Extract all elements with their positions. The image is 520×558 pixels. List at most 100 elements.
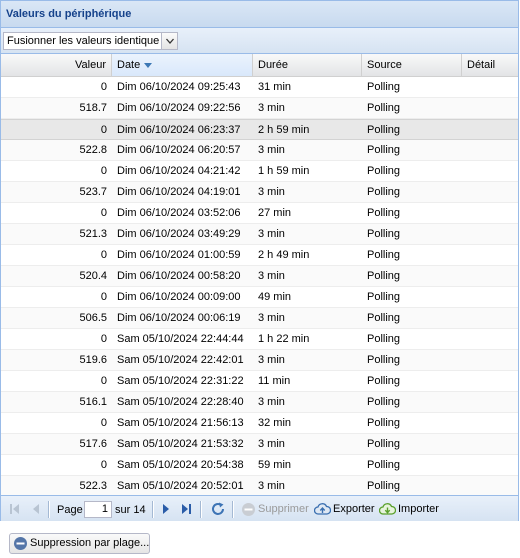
cell-duration: 3 min [258,228,285,240]
cell-detail [462,350,518,370]
cell-date: Dim 06/10/2024 01:00:59 [117,249,241,261]
prev-page-icon[interactable] [31,501,41,517]
cell-value: 0 [100,249,107,261]
column-header-detail-label: Détail [467,59,496,71]
column-header-detail[interactable]: Détail [462,54,520,76]
cell-value: 0 [100,375,107,387]
table-row[interactable]: 519.6 Sam 05/10/2024 22:42:01 3 min Polling [1,350,518,371]
column-header-source[interactable]: Source [362,54,462,76]
cell-value: 519.6 [79,354,107,366]
table-row[interactable]: 520.4 Dim 06/10/2024 00:58:20 3 min Polling [1,266,518,287]
table-row[interactable]: 516.1 Sam 05/10/2024 22:28:40 3 min Polling [1,392,518,413]
cell-duration: 3 min [258,480,285,492]
panel-header: Valeurs du périphérique [1,1,518,28]
cell-date: Dim 06/10/2024 04:21:42 [117,165,241,177]
cell-duration: 31 min [258,81,292,93]
cell-value: 520.4 [79,270,107,282]
cell-value: 0 [100,417,107,429]
range-delete-button[interactable]: Suppression par plage... [9,533,150,554]
cell-value: 522.3 [79,480,107,492]
cell-value: 0 [100,207,107,219]
export-button[interactable]: Exporter [313,501,375,518]
cell-duration: 2 h 49 min [258,249,310,261]
cell-date: Sam 05/10/2024 22:31:22 [117,375,244,387]
import-cloud-icon [378,502,397,515]
cell-source: Polling [367,396,401,408]
table-row[interactable]: 523.7 Dim 06/10/2024 04:19:01 3 min Polling [1,182,518,203]
table-row[interactable]: 506.5 Dim 06/10/2024 00:06:19 3 min Polling [1,308,518,329]
column-header-value[interactable]: Valeur [1,54,112,76]
cell-date: Sam 05/10/2024 21:56:13 [117,417,244,429]
panel-title: Valeurs du périphérique [6,8,132,20]
table-row[interactable]: 0 Dim 06/10/2024 01:00:59 2 h 49 min Pollin… [1,245,518,266]
table-row[interactable]: 0 Sam 05/10/2024 22:44:44 1 h 22 min Pollin… [1,329,518,350]
separator [48,501,50,518]
table-row[interactable]: 0 Sam 05/10/2024 20:54:38 59 min Polling [1,455,518,476]
table-row[interactable]: 518.7 Dim 06/10/2024 09:22:56 3 min Polling [1,98,518,119]
table-row[interactable]: 0 Dim 06/10/2024 00:09:00 49 min Polling [1,287,518,308]
cell-detail [462,98,518,118]
cell-detail [462,413,518,433]
table-row[interactable]: 0 Dim 06/10/2024 09:25:43 31 min Polling [1,77,518,98]
first-page-icon[interactable] [9,501,21,517]
page-count-label: sur 14 [115,504,146,516]
cell-duration: 3 min [258,144,285,156]
refresh-icon[interactable] [210,501,226,517]
cell-date: Dim 06/10/2024 03:49:29 [117,228,241,240]
export-cloud-icon [313,502,332,515]
delete-button-label: Supprimer [258,503,309,515]
cell-duration: 1 h 59 min [258,165,310,177]
paging-toolbar: Page 1 sur 14 Supprimer Exporter Importe… [1,495,518,521]
import-button[interactable]: Importer [378,501,439,518]
page-label: Page [57,504,83,516]
cell-date: Sam 05/10/2024 20:54:38 [117,459,244,471]
cell-date: Dim 06/10/2024 00:09:00 [117,291,241,303]
cell-value: 518.7 [79,102,107,114]
cell-source: Polling [367,186,401,198]
grid-toolbar: Fusionner les valeurs identiques [1,28,518,54]
cell-source: Polling [367,312,401,324]
chevron-down-icon[interactable] [161,33,177,49]
cell-detail [462,434,518,454]
column-header-value-label: Valeur [75,59,106,71]
cell-date: Sam 05/10/2024 20:52:01 [117,480,244,492]
merge-values-combo[interactable]: Fusionner les valeurs identiques [3,32,178,50]
cell-date: Dim 06/10/2024 06:23:37 [117,124,241,136]
range-delete-button-label: Suppression par plage... [30,537,150,549]
cell-source: Polling [367,144,401,156]
delete-button[interactable]: Supprimer [241,501,309,518]
grid-body: 0 Dim 06/10/2024 09:25:43 31 min Polling 518… [1,77,518,495]
column-header-date[interactable]: Date [112,54,253,76]
cell-duration: 3 min [258,396,285,408]
cell-value: 0 [100,165,107,177]
cell-source: Polling [367,207,401,219]
table-row[interactable]: 0 Sam 05/10/2024 21:56:13 32 min Polling [1,413,518,434]
cell-detail [462,203,518,223]
table-row[interactable]: 521.3 Dim 06/10/2024 03:49:29 3 min Polling [1,224,518,245]
column-header-duration[interactable]: Durée [253,54,362,76]
cell-source: Polling [367,228,401,240]
table-row[interactable]: 522.3 Sam 05/10/2024 20:52:01 3 min Polling [1,476,518,495]
cell-duration: 49 min [258,291,292,303]
cell-detail [462,392,518,412]
table-row[interactable]: 0 Dim 06/10/2024 06:23:37 2 h 59 min Pollin… [1,119,518,140]
cell-duration: 3 min [258,102,285,114]
cell-source: Polling [367,417,401,429]
page-number-input[interactable]: 1 [84,501,112,518]
table-row[interactable]: 0 Dim 06/10/2024 04:21:42 1 h 59 min Pollin… [1,161,518,182]
table-row[interactable]: 517.6 Sam 05/10/2024 21:53:32 3 min Polling [1,434,518,455]
cell-detail [462,161,518,181]
last-page-icon[interactable] [180,501,192,517]
table-row[interactable]: 0 Dim 06/10/2024 03:52:06 27 min Polling [1,203,518,224]
cell-date: Dim 06/10/2024 00:06:19 [117,312,241,324]
cell-duration: 27 min [258,207,292,219]
next-page-icon[interactable] [161,501,171,517]
table-row[interactable]: 522.8 Dim 06/10/2024 06:20:57 3 min Polling [1,140,518,161]
cell-source: Polling [367,81,401,93]
cell-duration: 3 min [258,270,285,282]
cell-detail [462,182,518,202]
table-row[interactable]: 0 Sam 05/10/2024 22:31:22 11 min Polling [1,371,518,392]
cell-date: Dim 06/10/2024 06:20:57 [117,144,241,156]
cell-duration: 3 min [258,354,285,366]
cell-date: Sam 05/10/2024 22:42:01 [117,354,244,366]
